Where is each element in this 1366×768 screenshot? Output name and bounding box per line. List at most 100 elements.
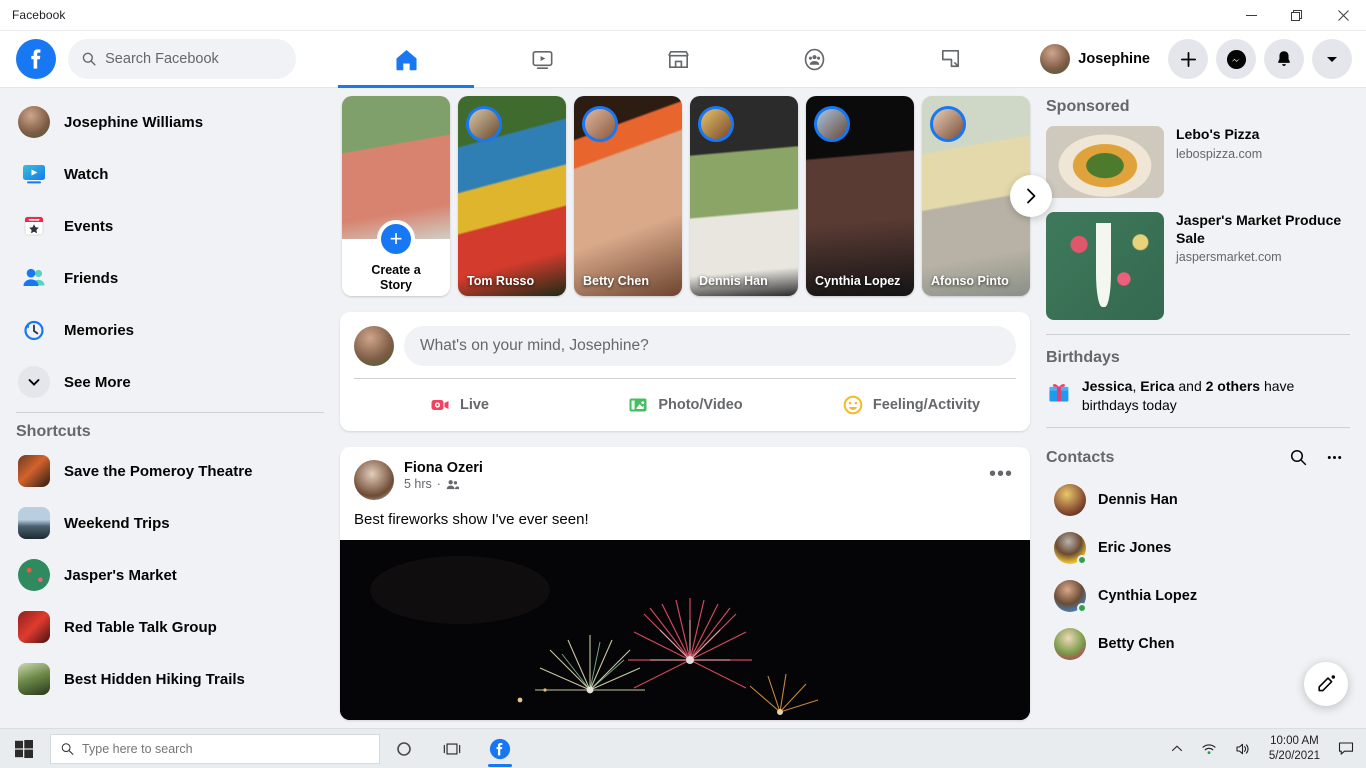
search-bar[interactable] [68, 39, 296, 79]
facebook-desktop-app: Facebook [0, 0, 1366, 768]
contacts-search-button[interactable] [1282, 442, 1314, 474]
task-view-icon [443, 741, 461, 757]
network-button[interactable] [1193, 729, 1225, 768]
post-author-name[interactable]: Fiona Ozeri [404, 460, 483, 476]
sidebar-item-events[interactable]: Events [8, 204, 332, 248]
story-card[interactable]: Cynthia Lopez [806, 96, 914, 296]
sponsored-ad[interactable]: Jasper's Market Produce Sale jaspersmark… [1046, 212, 1350, 320]
messenger-button[interactable] [1216, 39, 1256, 79]
story-author-name: Dennis Han [699, 274, 792, 288]
events-icon [16, 208, 52, 244]
nav-tab-gaming[interactable] [882, 31, 1018, 88]
contact-name: Dennis Han [1098, 492, 1178, 508]
close-button[interactable] [1320, 0, 1366, 31]
sidebar-item-see-more[interactable]: See More [8, 360, 332, 404]
search-icon [61, 742, 74, 756]
sponsored-ad[interactable]: Lebo's Pizza lebospizza.com [1046, 126, 1350, 198]
shortcut-item-jaspers-market[interactable]: Jasper's Market [8, 553, 332, 597]
new-message-button[interactable] [1304, 662, 1348, 706]
clock[interactable]: 10:00 AM 5/20/2021 [1261, 734, 1328, 763]
story-card[interactable]: Betty Chen [574, 96, 682, 296]
shortcut-item-red-table-talk[interactable]: Red Table Talk Group [8, 605, 332, 649]
volume-button[interactable] [1227, 729, 1259, 768]
facebook-logo-icon[interactable] [16, 39, 56, 79]
bell-icon [1274, 49, 1294, 69]
watch-icon [16, 156, 52, 192]
nav-tab-marketplace[interactable] [610, 31, 746, 88]
avatar [1054, 628, 1086, 660]
gaming-icon [937, 46, 964, 73]
contacts-header: Contacts [1046, 442, 1350, 474]
nav-tab-groups[interactable] [746, 31, 882, 88]
story-author-avatar [930, 106, 966, 142]
taskbar-search[interactable] [50, 734, 380, 764]
notifications-button[interactable] [1264, 39, 1304, 79]
contacts-heading: Contacts [1046, 449, 1114, 467]
nav-tab-home[interactable] [338, 31, 474, 88]
sidebar-item-watch[interactable]: Watch [8, 152, 332, 196]
create-story-card[interactable]: + Create aStory [342, 96, 450, 296]
live-video-button[interactable]: Live [346, 385, 572, 425]
task-view-button[interactable] [428, 729, 476, 768]
sidebar-item-label: Friends [64, 270, 118, 287]
create-button[interactable] [1168, 39, 1208, 79]
contact-item[interactable]: Betty Chen [1046, 622, 1350, 666]
feeling-activity-button[interactable]: Feeling/Activity [798, 385, 1024, 425]
composer-input[interactable]: What's on your mind, Josephine? [404, 326, 1016, 366]
friends-audience-icon [446, 478, 459, 491]
window-controls [1228, 0, 1366, 31]
minimize-button[interactable] [1228, 0, 1274, 31]
post-author-avatar[interactable] [354, 460, 394, 500]
left-sidebar: Josephine Williams Watch [0, 88, 340, 768]
post-meta-separator: · [437, 477, 441, 491]
sidebar-item-friends[interactable]: Friends [8, 256, 332, 300]
nav-tab-watch[interactable] [474, 31, 610, 88]
ad-thumbnail [1046, 212, 1164, 320]
stories-carousel: + Create aStory Tom Russo Betty Chen [342, 96, 1030, 296]
story-author-avatar [814, 106, 850, 142]
clock-time: 10:00 AM [1269, 734, 1320, 748]
shortcut-thumbnail [16, 453, 52, 489]
avatar [1054, 532, 1086, 564]
taskbar-search-input[interactable] [82, 742, 369, 756]
maximize-restore-button[interactable] [1274, 0, 1320, 31]
post-image[interactable] [340, 540, 1030, 720]
show-hidden-icons-button[interactable] [1163, 729, 1191, 768]
photo-video-button[interactable]: Photo/Video [572, 385, 798, 425]
shortcut-item-weekend-trips[interactable]: Weekend Trips [8, 501, 332, 545]
start-button[interactable] [0, 729, 48, 768]
stories-next-button[interactable] [1010, 175, 1052, 217]
contact-item[interactable]: Cynthia Lopez [1046, 574, 1350, 618]
birthday-notice[interactable]: Jessica, Erica and 2 others have birthda… [1046, 377, 1350, 415]
news-feed: + Create aStory Tom Russo Betty Chen [340, 88, 1030, 768]
plus-icon [1179, 50, 1198, 69]
contacts-options-button[interactable] [1318, 442, 1350, 474]
action-center-button[interactable] [1330, 729, 1362, 768]
profile-chip[interactable]: Josephine [1036, 40, 1160, 78]
story-card[interactable]: Tom Russo [458, 96, 566, 296]
shortcut-label: Jasper's Market [64, 567, 177, 584]
cortana-button[interactable] [380, 729, 428, 768]
taskbar-facebook-app[interactable] [476, 729, 524, 768]
search-icon [1290, 449, 1307, 466]
contact-name: Cynthia Lopez [1098, 588, 1197, 604]
avatar [1054, 580, 1086, 612]
post-timestamp: 5 hrs [404, 477, 432, 491]
story-author-name: Tom Russo [467, 274, 560, 288]
right-divider [1046, 334, 1350, 335]
shortcut-item-hiking-trails[interactable]: Best Hidden Hiking Trails [8, 657, 332, 701]
story-author-avatar [698, 106, 734, 142]
contact-item[interactable]: Eric Jones [1046, 526, 1350, 570]
sidebar-item-profile[interactable]: Josephine Williams [8, 100, 332, 144]
facebook-icon [489, 738, 511, 760]
post-options-button[interactable]: ••• [984, 457, 1018, 491]
story-card[interactable]: Dennis Han [690, 96, 798, 296]
search-input[interactable] [105, 51, 282, 67]
account-menu-button[interactable] [1312, 39, 1352, 79]
wifi-icon [1201, 742, 1217, 756]
shortcut-item-pomeroy-theatre[interactable]: Save the Pomeroy Theatre [8, 449, 332, 493]
contact-item[interactable]: Dennis Han [1046, 478, 1350, 522]
sidebar-item-label: See More [64, 374, 131, 391]
memories-icon [16, 312, 52, 348]
sidebar-item-memories[interactable]: Memories [8, 308, 332, 352]
